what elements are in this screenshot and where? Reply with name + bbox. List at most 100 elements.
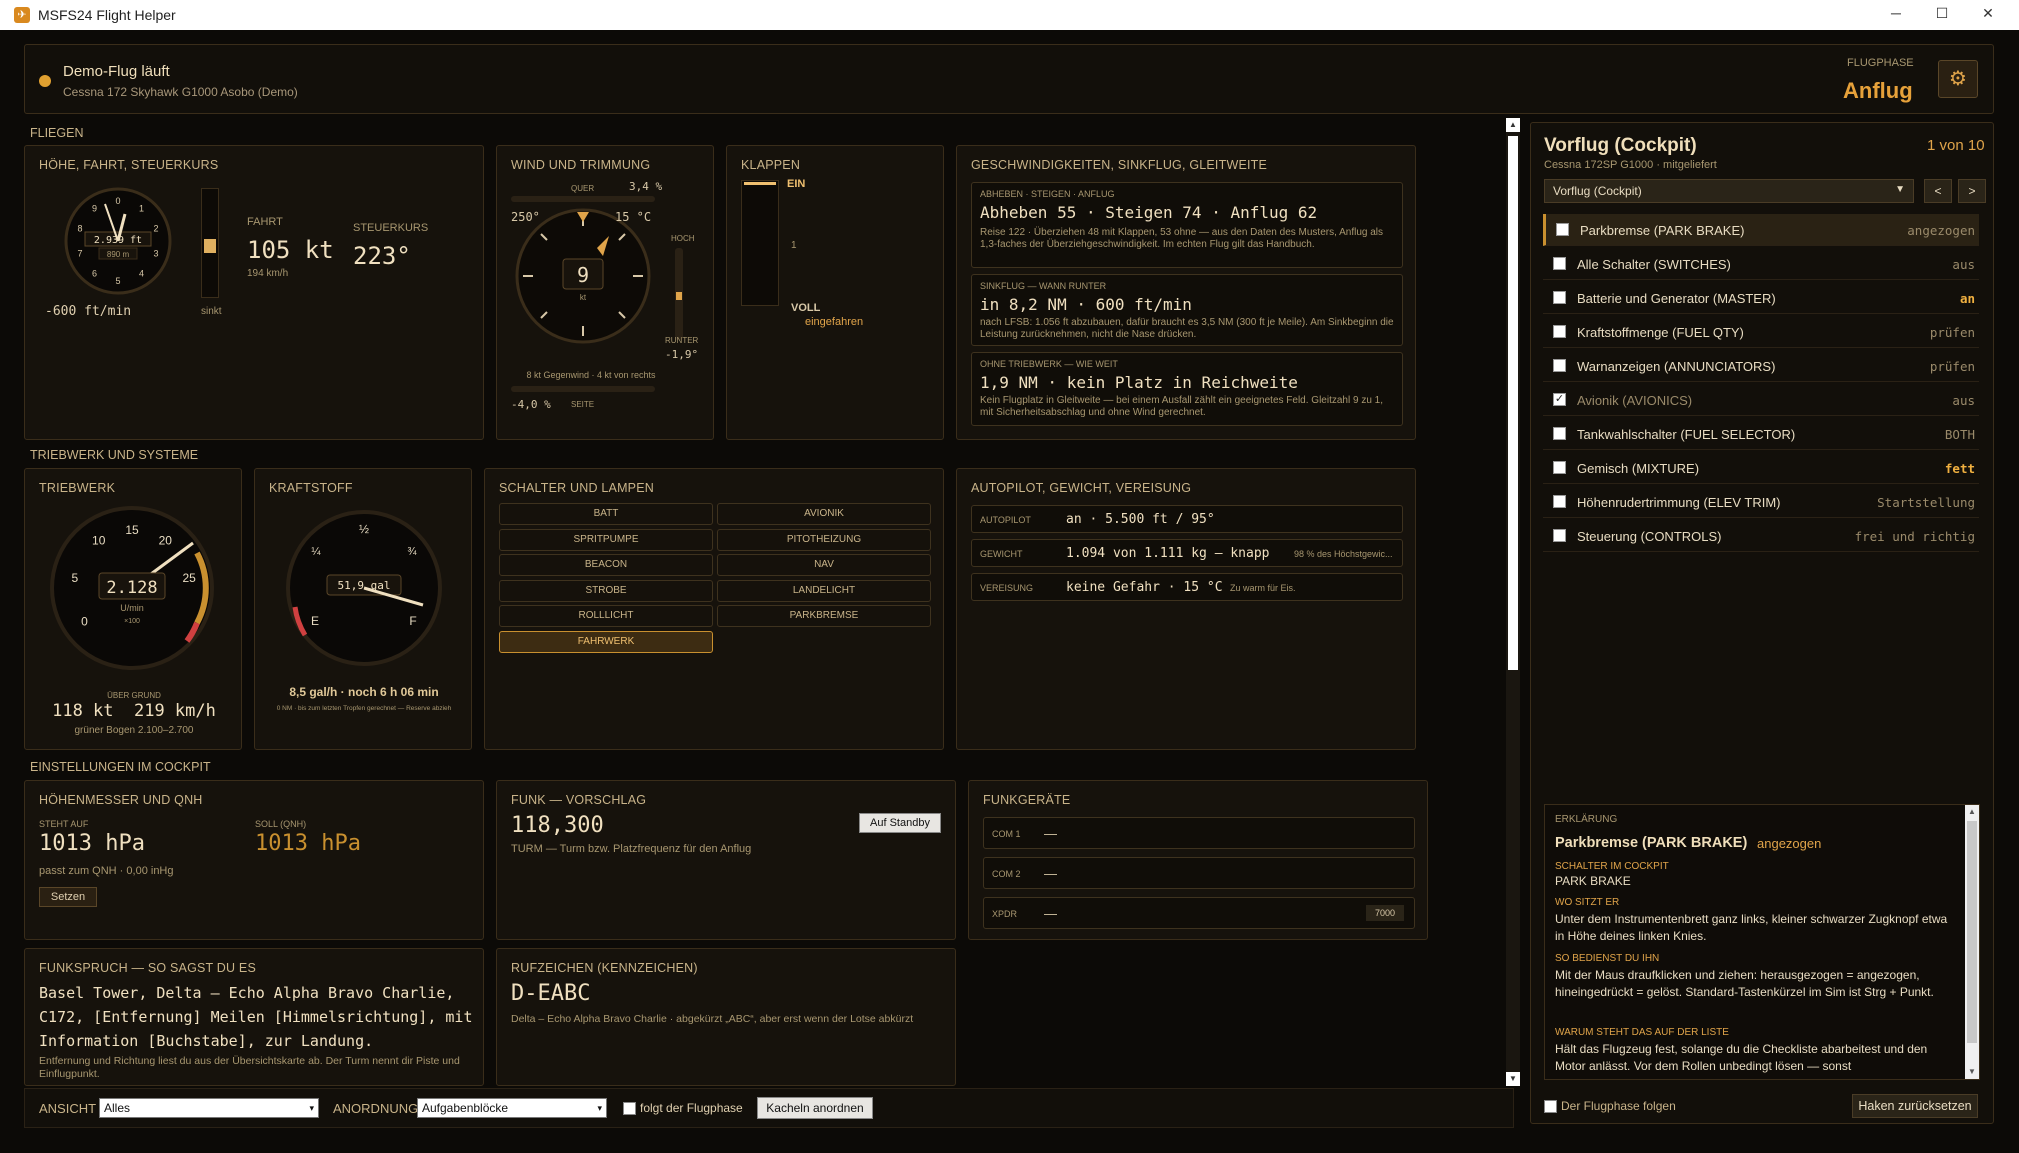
next-checklist-button[interactable]: > xyxy=(1958,179,1986,203)
follow-phase-checklist-checkbox[interactable] xyxy=(1544,1100,1557,1113)
view-select[interactable]: Alles ▾ xyxy=(99,1098,319,1118)
checklist-item-checkbox[interactable] xyxy=(1553,461,1566,474)
checklist-item-label: Tankwahlschalter (FUEL SELECTOR) xyxy=(1577,427,1796,442)
wind-unit: kt xyxy=(580,293,587,302)
checklist-item[interactable]: Warnanzeigen (ANNUNCIATORS) prüfen xyxy=(1543,350,1979,382)
radio-panel-title: FUNK — VORSCHLAG xyxy=(511,793,647,807)
checklist-item-value: Startstellung xyxy=(1877,495,1975,510)
switches-panel-title: SCHALTER UND LAMPEN xyxy=(499,481,654,495)
xpdr-code: 7000 xyxy=(1366,905,1404,921)
checklist-item-value: frei und richtig xyxy=(1854,529,1975,544)
checklist-item-checkbox[interactable] xyxy=(1553,529,1566,542)
alt-dial-label: 8 xyxy=(77,224,82,234)
switch-landelicht[interactable]: LANDELICHT xyxy=(717,579,931,602)
checklist-item-checkbox[interactable] xyxy=(1556,223,1569,236)
switch-spritpumpe[interactable]: SPRITPUMPE xyxy=(499,528,713,551)
svg-text:×100: ×100 xyxy=(124,618,140,625)
callout-note: Entfernung und Richtung liest du aus der… xyxy=(39,1055,460,1080)
explanation-scrollbar[interactable]: ▲ ▼ xyxy=(1965,805,1979,1079)
standby-button[interactable]: Auf Standby xyxy=(859,813,941,833)
checklist-item-label: Avionik (AVIONICS) xyxy=(1577,393,1693,408)
minimize-icon[interactable]: ─ xyxy=(1886,5,1906,21)
checklist-item-label: Höhenrudertrimmung (ELEV TRIM) xyxy=(1577,495,1781,510)
close-icon[interactable]: ✕ xyxy=(1978,5,1998,22)
checklist-item[interactable]: Alle Schalter (SWITCHES) aus xyxy=(1543,248,1979,280)
flaps-voll: VOLL xyxy=(791,302,821,314)
reset-checks-button[interactable]: Haken zurücksetzen xyxy=(1852,1094,1978,1118)
altitude-panel: HÖHE, FAHRT, STEUERKURS 0123456789 2.939… xyxy=(24,145,484,440)
checklist-item-checkbox[interactable] xyxy=(1553,257,1566,270)
radio-suggestion-panel: FUNK — VORSCHLAG 118,300 TURM — Turm bzw… xyxy=(496,780,956,940)
settings-button[interactable]: ⚙ xyxy=(1938,60,1978,98)
wind-panel-title: WIND UND TRIMMUNG xyxy=(511,158,651,172)
altimeter-is: 1013 hPa xyxy=(39,831,145,856)
switches-panel: SCHALTER UND LAMPEN BATT AVIONIK SPRITPUMP… xyxy=(484,468,944,750)
switch-fahrwerk[interactable]: FAHRWERK xyxy=(499,630,713,653)
status-subtitle: Cessna 172 Skyhawk G1000 Asobo (Demo) xyxy=(63,85,298,99)
flaps-one: 1 xyxy=(791,240,797,251)
altimeter-set: 1013 hPa xyxy=(255,831,361,856)
checklist-item[interactable]: ✓ Avionik (AVIONICS) aus xyxy=(1543,384,1979,416)
status-dot-icon xyxy=(39,75,51,87)
switch-batt[interactable]: BATT xyxy=(499,503,713,525)
set-qnh-button[interactable]: Setzen xyxy=(39,887,97,907)
fuel-readout: 51,9 gal xyxy=(338,579,391,592)
flaps-state: eingefahren xyxy=(805,316,864,328)
elev-trim-value: -1,9° xyxy=(665,348,699,361)
rudder-trim-value: -4,0 % xyxy=(511,398,551,411)
checklist-item-checkbox[interactable]: ✓ xyxy=(1553,393,1566,406)
radios-panel-title: FUNKGERÄTE xyxy=(983,793,1071,807)
order-select[interactable]: Aufgabenblöcke ▾ xyxy=(417,1098,607,1118)
checklist-item[interactable]: Gemisch (MIXTURE) fett xyxy=(1543,452,1979,484)
fuel-panel: KRAFTSTOFF ½ ¼ ¾ E F 51,9 gal 8,5 gal/h … xyxy=(254,468,472,750)
switch-beacon[interactable]: BEACON xyxy=(499,554,713,576)
arrange-tiles-button[interactable]: Kacheln anordnen xyxy=(757,1097,873,1119)
checklist-item[interactable]: Batterie und Generator (MASTER) an xyxy=(1543,282,1979,314)
maximize-icon[interactable]: ☐ xyxy=(1932,5,1952,22)
switch-avionik[interactable]: AVIONIK xyxy=(717,503,931,525)
checklist-item-label: Alle Schalter (SWITCHES) xyxy=(1577,257,1731,272)
checklist-item[interactable]: Kraftstoffmenge (FUEL QTY) prüfen xyxy=(1543,316,1979,348)
checklist-item-checkbox[interactable] xyxy=(1553,359,1566,372)
checklist-item[interactable]: Tankwahlschalter (FUEL SELECTOR) BOTH xyxy=(1543,418,1979,450)
checklist-count: 1 von 10 xyxy=(1927,137,1985,154)
altimeter-gauge: 0123456789 2.939 ft 890 m xyxy=(64,187,172,295)
svg-text:E: E xyxy=(311,614,319,628)
switch-nav[interactable]: NAV xyxy=(717,554,931,576)
speed-value: 105 kt xyxy=(247,236,334,264)
switch-pitotheizung[interactable]: PITOTHEIZUNG xyxy=(717,528,931,551)
speeds-box-1: ABHEBEN · STEIGEN · ANFLUG Abheben 55 · … xyxy=(971,182,1403,268)
checklist-item-label: Steuerung (CONTROLS) xyxy=(1577,529,1722,544)
checklist-item-checkbox[interactable] xyxy=(1553,291,1566,304)
checklist-select[interactable]: Vorflug (Cockpit) ▼ xyxy=(1544,179,1914,203)
checklist-item-value: aus xyxy=(1952,257,1975,272)
alt-dial-label: 3 xyxy=(154,248,159,258)
main-scrollbar[interactable]: ▲ ▼ xyxy=(1506,118,1520,1086)
alt-dial-label: 7 xyxy=(77,248,82,258)
flaps-track xyxy=(741,180,779,306)
alt-dial-label: 4 xyxy=(139,268,144,278)
follow-phase-checklist-label: Der Flugphase folgen xyxy=(1561,1099,1676,1113)
rpm-tick-label: 20 xyxy=(159,533,173,547)
checklist-item[interactable]: Steuerung (CONTROLS) frei und richtig xyxy=(1543,520,1979,552)
svg-text:½: ½ xyxy=(359,522,369,536)
follow-phase-checkbox[interactable] xyxy=(623,1102,636,1115)
switch-strobe[interactable]: STROBE xyxy=(499,579,713,602)
gear-icon: ⚙ xyxy=(1949,68,1967,90)
altitude-panel-title: HÖHE, FAHRT, STEUERKURS xyxy=(39,158,219,172)
callsign-note: Delta – Echo Alpha Bravo Charlie · abgek… xyxy=(511,1013,914,1025)
checklist-item[interactable]: Höhenrudertrimmung (ELEV TRIM) Startstell… xyxy=(1543,486,1979,518)
checklist-item-value: prüfen xyxy=(1929,325,1975,340)
prev-checklist-button[interactable]: < xyxy=(1924,179,1952,203)
switch-rolllicht[interactable]: ROLLLICHT xyxy=(499,605,713,627)
dashboard-area: FLIEGEN HÖHE, FAHRT, STEUERKURS 01234567… xyxy=(24,118,1512,1086)
checklist-item-checkbox[interactable] xyxy=(1553,495,1566,508)
checklist-item-checkbox[interactable] xyxy=(1553,427,1566,440)
checklist-item-label: Warnanzeigen (ANNUNCIATORS) xyxy=(1577,359,1776,374)
speed-kmh: 194 km/h xyxy=(247,268,289,279)
switch-parkbremse[interactable]: PARKBREMSE xyxy=(717,605,931,627)
checklist-item-checkbox[interactable] xyxy=(1553,325,1566,338)
wind-temp: 15 °C xyxy=(615,210,652,224)
checklist-item[interactable]: Parkbremse (PARK BRAKE) angezogen xyxy=(1543,214,1979,246)
main-scroll-thumb[interactable] xyxy=(1508,136,1518,670)
